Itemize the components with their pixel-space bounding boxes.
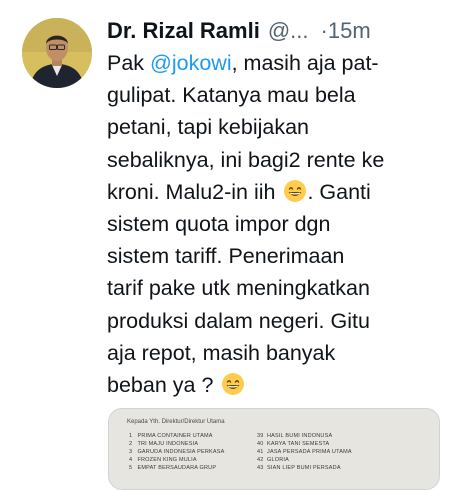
avatar-image <box>22 18 92 88</box>
document-row: 41 JASA PERSADA PRIMA UTAMA <box>257 449 352 455</box>
tweet-line: sistem quota impor dgn <box>107 211 331 236</box>
author-name[interactable]: Dr. Rizal Ramli <box>107 18 260 44</box>
tweet-media-image[interactable]: Kepada Yth. Direktur/Direktur Utama 1 PR… <box>108 408 440 490</box>
tweet-line: sistem tariff. Penerimaan <box>107 244 345 269</box>
timestamp-separator: · <box>320 18 328 43</box>
tweet-text-segment: beban ya ? <box>107 372 220 397</box>
document-row: 4 FROZEN KING MULIA <box>129 457 197 463</box>
tweet-text: Pak @jokowi, masih aja pat- gulipat. Kat… <box>107 47 452 401</box>
document-row: 1 PRIMA CONTAINER UTAMA <box>129 433 213 439</box>
document-header: Kepada Yth. Direktur/Direktur Utama <box>127 419 225 425</box>
grinning-face-icon <box>283 179 307 203</box>
document-row: 2 TRI MAJU INDONESIA <box>129 441 199 447</box>
document-row: 3 GARUDA INDONESIA PERKASA <box>129 449 225 455</box>
tweet-line: gulipat. Katanya mau bela <box>107 83 356 108</box>
document-row: 40 KARYA TANI SEMESTA <box>257 441 330 447</box>
timestamp-value: 15m <box>327 18 371 43</box>
author-avatar[interactable] <box>22 18 92 88</box>
tweet-timestamp[interactable]: ·15m <box>321 18 371 44</box>
tweet-line: petani, tapi kebijakan <box>107 115 310 140</box>
tweet-line: sebaliknya, ini bagi2 rente ke <box>107 147 385 172</box>
tweet-line: aja repot, masih banyak <box>107 340 336 365</box>
document-row: 43 SIAN LIEP BUMI PERSADA <box>257 465 341 471</box>
tweet-line: produksi dalam negeri. Gitu <box>107 308 370 333</box>
tweet-line: tarif pake utk meningkatkan <box>107 276 370 301</box>
tweet-text-segment: , masih aja pat- <box>231 51 379 75</box>
document-row: 5 EMPAT BERSAUDARA GRUP <box>129 465 217 471</box>
tweet-line: beban ya ? <box>107 369 452 401</box>
tweet-text-segment: . Ganti <box>307 179 371 204</box>
tweet-line: Pak @jokowi, masih aja pat- <box>107 47 452 79</box>
document-row: 39 HASIL BUMI INDONUSA <box>257 433 333 439</box>
author-handle[interactable]: @... <box>268 18 309 44</box>
mention-link[interactable]: @jokowi <box>150 51 232 75</box>
tweet-text-segment: Pak <box>107 51 151 75</box>
tweet-line: kroni. Malu2-in iih . Ganti <box>107 176 452 208</box>
tweet-text-segment: kroni. Malu2-in iih <box>107 179 282 204</box>
tweet-header: Dr. Rizal Ramli @... ·15m <box>107 14 371 48</box>
document-row: 42 GLORIA <box>257 457 289 463</box>
grinning-face-icon <box>221 372 245 396</box>
